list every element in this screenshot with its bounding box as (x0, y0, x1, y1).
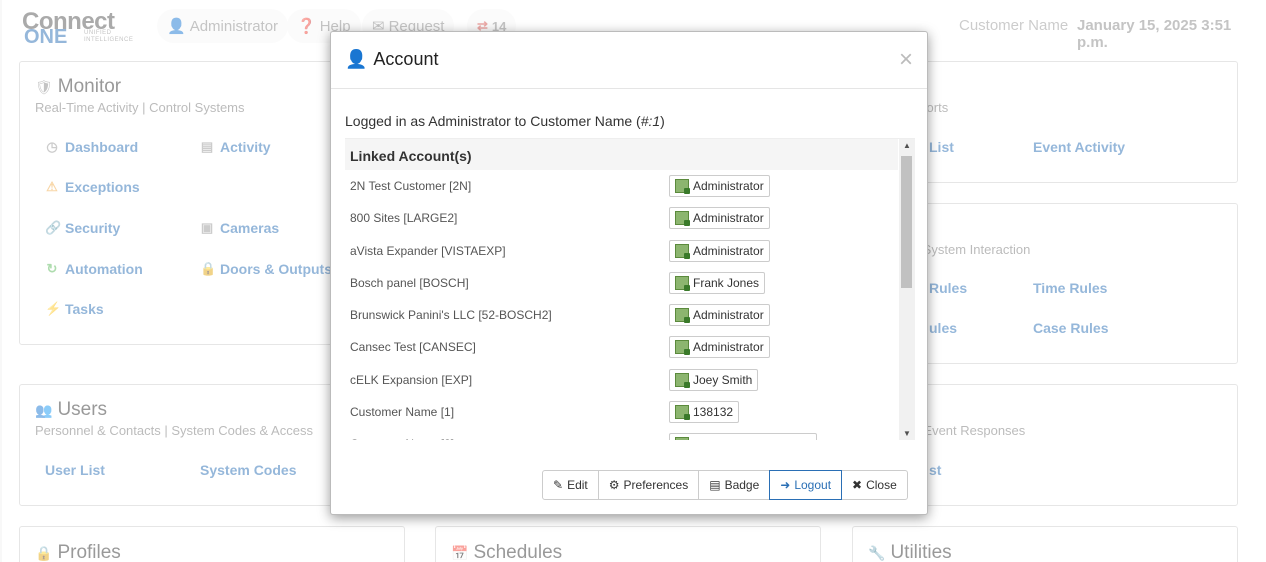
linked-accounts-list[interactable]: Linked Account(s) 2N Test Customer [2N] A… (345, 138, 915, 440)
list-item: Customer Name [2] (345, 428, 898, 440)
switch-account-button[interactable]: Administrator (669, 207, 770, 230)
close-button[interactable]: ✖ Close (841, 470, 908, 500)
list-item: 2N Test Customer [2N] Administrator (345, 170, 898, 202)
preferences-button[interactable]: ⚙ Preferences (597, 470, 700, 500)
account-name: Customer Name [1] (350, 405, 455, 420)
close-icon: ✖ (852, 478, 863, 492)
edit-button[interactable]: ✎ Edit (542, 470, 599, 500)
account-user-label: Joey Smith (693, 372, 753, 387)
account-name: Brunswick Panini's LLC [52-BOSCH2] (350, 308, 552, 323)
logout-button[interactable]: ➜ Logout (769, 470, 843, 500)
modal-title: 👤 Account (345, 49, 439, 69)
linked-accounts-header: Linked Account(s) (345, 139, 898, 170)
list-item: Cansec Test [CANSEC] Administrator (345, 331, 898, 363)
login-user-icon (675, 405, 690, 421)
account-user-label: Administrator (693, 243, 764, 258)
user-icon: 👤 (345, 49, 368, 69)
switch-account-button[interactable]: Joey Smith (669, 368, 759, 391)
modal-close-icon[interactable]: × (899, 46, 913, 74)
list-item: 800 Sites [LARGE2] Administrator (345, 202, 898, 234)
switch-account-button[interactable]: Administrator (669, 336, 770, 359)
switch-account-button[interactable]: Administrator (669, 175, 770, 197)
list-item: aVista Expander [VISTAEXP] Administrator (345, 235, 898, 267)
account-name: Bosch panel [BOSCH] (350, 275, 469, 290)
account-user-label: Administrator (693, 179, 764, 193)
edit-icon: ✎ (553, 478, 564, 492)
modal-header: 👤 Account × (331, 32, 927, 89)
login-user-icon (675, 275, 690, 291)
switch-account-button[interactable]: Administrator (669, 239, 770, 262)
sign-out-icon: ➜ (780, 478, 791, 492)
badge-button[interactable]: ▤ Badge (698, 470, 771, 500)
modal-footer: ✎ Edit ⚙ Preferences ▤ Badge ➜ Logout ✖ Close (542, 470, 908, 500)
list-item: Customer Name [1] 138132 (345, 396, 898, 428)
account-name: aVista Expander [VISTAEXP] (350, 243, 506, 258)
logged-in-text: Logged in as Administrator to Customer N… (345, 113, 665, 129)
switch-account-button[interactable]: 138132 (669, 401, 740, 424)
login-user-icon (675, 437, 689, 440)
scroll-up-arrow[interactable]: ▲ (899, 139, 915, 153)
scroll-down-arrow[interactable]: ▼ (899, 427, 915, 440)
login-user-icon (675, 340, 690, 356)
account-name: Customer Name [2] (350, 437, 454, 440)
account-user-label: Administrator (693, 340, 764, 355)
account-user-label: Administrator (693, 308, 764, 323)
list-item: cELK Expansion [EXP] Joey Smith (345, 364, 898, 396)
account-name: cELK Expansion [EXP] (350, 372, 473, 387)
account-modal: 👤 Account × Logged in as Administrator t… (330, 31, 928, 515)
login-user-icon (675, 243, 690, 259)
scroll-thumb[interactable] (901, 156, 912, 288)
list-item: Brunswick Panini's LLC [52-BOSCH2] Admini… (345, 299, 898, 331)
switch-account-button[interactable]: Administrator (669, 304, 770, 327)
list-scrollbar[interactable]: ▲ ▼ (899, 139, 915, 440)
account-name: 2N Test Customer [2N] (350, 179, 472, 193)
list-item: Bosch panel [BOSCH] Frank Jones (345, 267, 898, 299)
account-name: Cansec Test [CANSEC] (350, 340, 476, 355)
login-user-icon (675, 211, 690, 227)
gear-icon: ⚙ (608, 478, 620, 492)
login-user-icon (675, 179, 690, 194)
account-user-label: 138132 (693, 405, 734, 420)
account-name: 800 Sites [LARGE2] (350, 211, 458, 226)
credit-card-icon: ▤ (709, 478, 721, 492)
login-user-icon (675, 308, 690, 324)
switch-account-button[interactable]: Frank Jones (669, 271, 766, 294)
account-user-label: Frank Jones (693, 275, 760, 290)
account-user-label: Administrator (693, 211, 764, 226)
login-user-icon (675, 372, 690, 388)
switch-account-button[interactable] (669, 433, 817, 440)
